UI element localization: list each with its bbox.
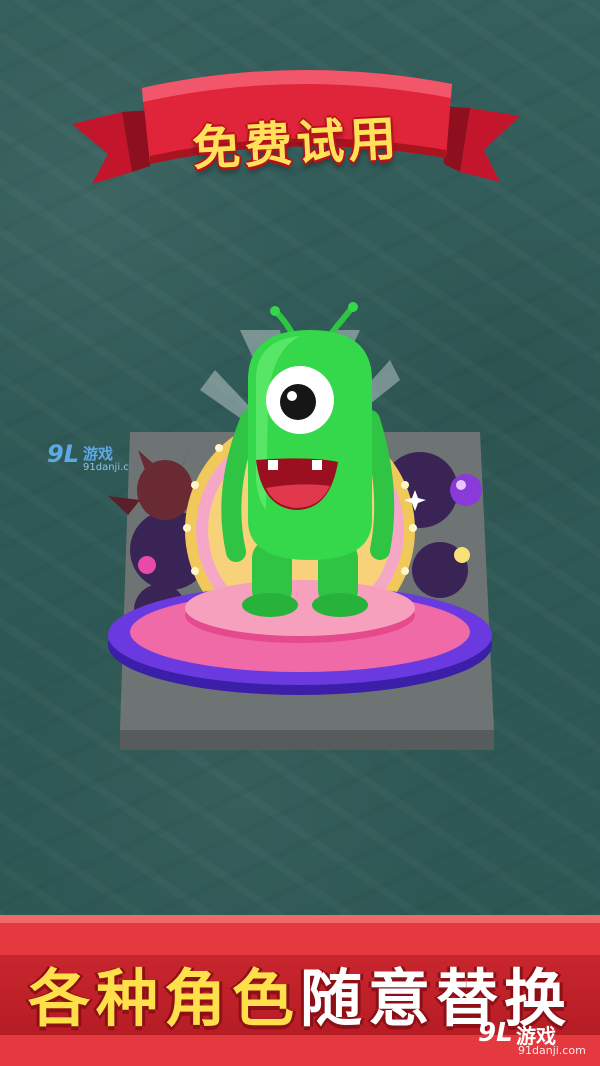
- showcase-illustration: [108, 302, 494, 750]
- watermark-logo: 9L: [478, 1018, 513, 1048]
- pink-orb: [138, 556, 156, 574]
- character-showcase: [0, 260, 600, 760]
- watermark-right: 9L 游戏 91danji.com: [478, 1016, 588, 1058]
- watermark-url: 91danji.com: [518, 1044, 586, 1057]
- yellow-orb: [454, 547, 470, 563]
- purple-orb: [450, 474, 482, 506]
- slogan-part-1: 各种角色: [27, 962, 300, 1035]
- free-trial-ribbon: 免费试用: [72, 54, 520, 204]
